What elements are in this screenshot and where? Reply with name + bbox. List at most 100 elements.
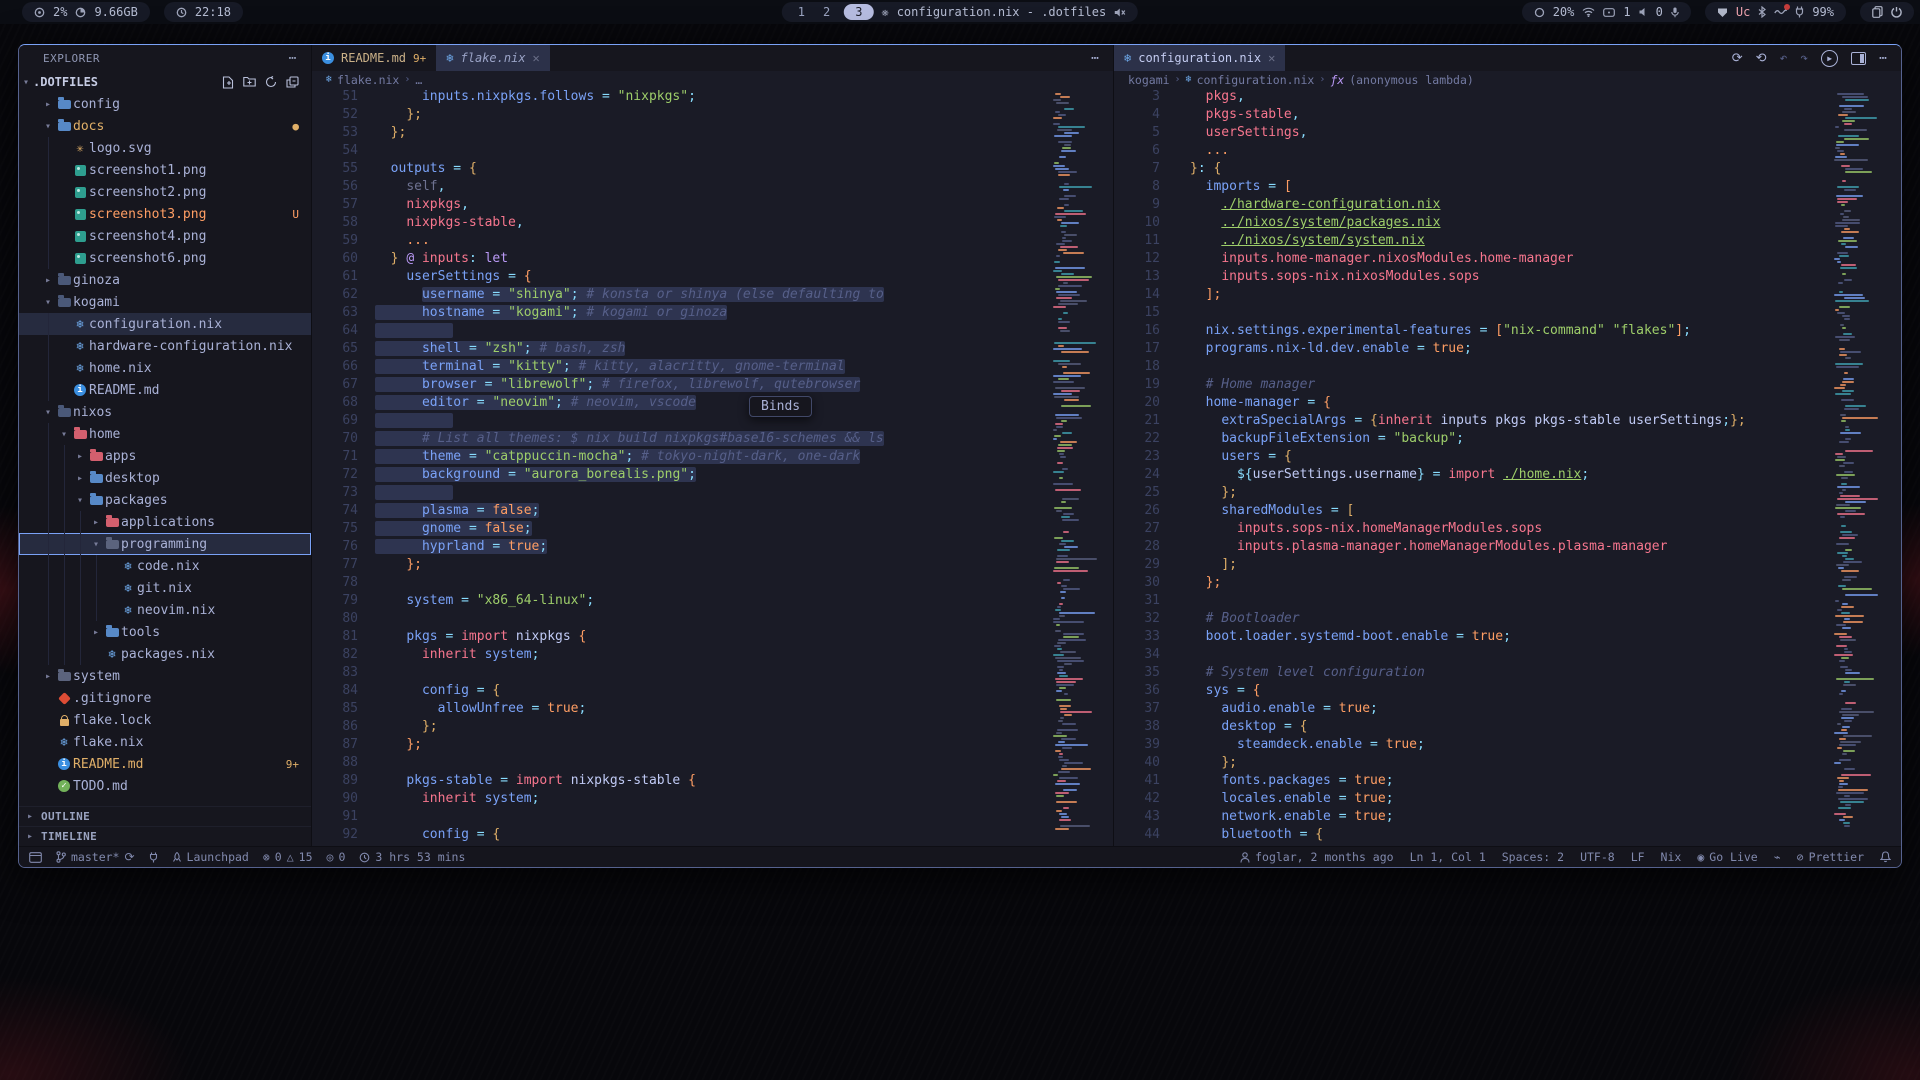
tree-item-screenshot3-png[interactable]: screenshot3.pngU: [19, 203, 311, 225]
cursor-position-item[interactable]: Ln 1, Col 1: [1410, 850, 1486, 864]
tree-item-nixos[interactable]: ▾nixos: [19, 401, 311, 423]
code-line-79[interactable]: 79 system = "x86_64-linux";: [312, 592, 1047, 610]
minimap-right[interactable]: [1828, 88, 1901, 846]
breadcrumb-left[interactable]: ❄ flake.nix › …: [312, 71, 1113, 88]
code-line-68[interactable]: 68 editor = "neovim"; # neovim, vscode: [312, 394, 1047, 412]
vpn-shield-icon[interactable]: [1717, 7, 1728, 18]
code-line-74[interactable]: 74 plasma = false;: [312, 502, 1047, 520]
code-line-4[interactable]: 4 pkgs-stable,: [1114, 106, 1828, 124]
compare-icon[interactable]: ⟲: [1756, 51, 1767, 66]
launchpad-item[interactable]: Launchpad: [172, 850, 249, 864]
tree-item-configuration-nix[interactable]: ❄configuration.nix: [19, 313, 311, 335]
code-line-7[interactable]: 7}: {: [1114, 160, 1828, 178]
editor-more-actions-icon[interactable]: ⋯: [1091, 51, 1099, 66]
split-editor-icon[interactable]: [1851, 52, 1866, 65]
workspace-switcher[interactable]: 1 2 3: [794, 4, 874, 20]
tree-item-apps[interactable]: ▸apps: [19, 445, 311, 467]
tree-item-home-nix[interactable]: ❄home.nix: [19, 357, 311, 379]
power-icon[interactable]: [1891, 6, 1902, 18]
tree-item-screenshot2-png[interactable]: screenshot2.png: [19, 181, 311, 203]
microphone-icon[interactable]: [1671, 7, 1679, 18]
outline-section[interactable]: ▸OUTLINE: [19, 806, 311, 826]
code-line-15[interactable]: 15: [1114, 304, 1828, 322]
code-line-84[interactable]: 84 config = {: [312, 682, 1047, 700]
tree-item-code-nix[interactable]: ❄code.nix: [19, 555, 311, 577]
code-line-76[interactable]: 76 hyprland = true;: [312, 538, 1047, 556]
code-line-43[interactable]: 43 network.enable = true;: [1114, 808, 1828, 826]
code-line-78[interactable]: 78: [312, 574, 1047, 592]
code-line-23[interactable]: 23 users = {: [1114, 448, 1828, 466]
tree-item-neovim-nix[interactable]: ❄neovim.nix: [19, 599, 311, 621]
recording-indicator-icon[interactable]: [1774, 8, 1787, 16]
tree-item-readme-md[interactable]: iREADME.md9+: [19, 753, 311, 775]
code-line-13[interactable]: 13 inputs.sops-nix.nixosModules.sops: [1114, 268, 1828, 286]
code-line-69[interactable]: 69: [312, 412, 1047, 430]
tab-readme[interactable]: i README.md 9+: [312, 45, 436, 71]
code-line-19[interactable]: 19 # Home manager: [1114, 376, 1828, 394]
code-line-70[interactable]: 70 # List all themes: $ nix build nixpkg…: [312, 430, 1047, 448]
code-line-65[interactable]: 65 shell = "zsh"; # bash, zsh: [312, 340, 1047, 358]
collapse-folders-icon[interactable]: [286, 76, 299, 89]
code-line-77[interactable]: 77 };: [312, 556, 1047, 574]
code-line-29[interactable]: 29 ];: [1114, 556, 1828, 574]
notifications-bell-icon[interactable]: [1880, 851, 1891, 863]
code-line-85[interactable]: 85 allowUnfree = true;: [312, 700, 1047, 718]
tree-item-readme-md[interactable]: iREADME.md: [19, 379, 311, 401]
code-line-24[interactable]: 24 ${userSettings.username} = import ./h…: [1114, 466, 1828, 484]
tree-item-git-nix[interactable]: ❄git.nix: [19, 577, 311, 599]
code-line-88[interactable]: 88: [312, 754, 1047, 772]
code-line-8[interactable]: 8 imports = [: [1114, 178, 1828, 196]
tree-item-packages-nix[interactable]: ❄packages.nix: [19, 643, 311, 665]
tree-item-hardware-configuration-nix[interactable]: ❄hardware-configuration.nix: [19, 335, 311, 357]
code-line-66[interactable]: 66 terminal = "kitty"; # kitty, alacritt…: [312, 358, 1047, 376]
tree-item-docs[interactable]: ▾docs●: [19, 115, 311, 137]
bluetooth-icon[interactable]: [1758, 6, 1766, 18]
code-line-33[interactable]: 33 boot.loader.systemd-boot.enable = tru…: [1114, 628, 1828, 646]
ports-item[interactable]: ◎0: [327, 850, 346, 864]
eol-item[interactable]: LF: [1631, 850, 1645, 864]
new-file-icon[interactable]: [222, 76, 234, 89]
tree-item-home[interactable]: ▾home: [19, 423, 311, 445]
code-line-28[interactable]: 28 inputs.plasma-manager.homeManagerModu…: [1114, 538, 1828, 556]
breadcrumb-folder[interactable]: kogami: [1128, 73, 1170, 87]
workspace-1[interactable]: 1: [794, 5, 809, 19]
code-line-41[interactable]: 41 fonts.packages = true;: [1114, 772, 1828, 790]
code-line-34[interactable]: 34: [1114, 646, 1828, 664]
code-line-30[interactable]: 30 };: [1114, 574, 1828, 592]
tree-item-system[interactable]: ▸system: [19, 665, 311, 687]
code-line-3[interactable]: 3 pkgs,: [1114, 88, 1828, 106]
tree-item-applications[interactable]: ▸applications: [19, 511, 311, 533]
code-line-53[interactable]: 53 };: [312, 124, 1047, 142]
tree-item-flake-lock[interactable]: flake.lock: [19, 709, 311, 731]
breadcrumb-file[interactable]: flake.nix: [337, 73, 399, 87]
tree-item-kogami[interactable]: ▾kogami: [19, 291, 311, 313]
tree-item-screenshot6-png[interactable]: screenshot6.png: [19, 247, 311, 269]
code-line-44[interactable]: 44 bluetooth = {: [1114, 826, 1828, 844]
code-line-57[interactable]: 57 nixpkgs,: [312, 196, 1047, 214]
code-line-27[interactable]: 27 inputs.sops-nix.homeManagerModules.so…: [1114, 520, 1828, 538]
code-line-62[interactable]: 62 username = "shinya"; # konsta or shin…: [312, 286, 1047, 304]
code-line-32[interactable]: 32 # Bootloader: [1114, 610, 1828, 628]
code-line-10[interactable]: 10 ../nixos/system/packages.nix: [1114, 214, 1828, 232]
code-line-36[interactable]: 36 sys = {: [1114, 682, 1828, 700]
keyboard-layout-indicator[interactable]: Uc: [1736, 5, 1750, 19]
code-line-20[interactable]: 20 home-manager = {: [1114, 394, 1828, 412]
workspace-3-active[interactable]: 3: [844, 4, 873, 20]
code-line-86[interactable]: 86 };: [312, 718, 1047, 736]
tree-item-screenshot4-png[interactable]: screenshot4.png: [19, 225, 311, 247]
code-editor-configuration[interactable]: 3 pkgs,4 pkgs-stable,5 userSettings,6 ..…: [1114, 88, 1828, 846]
code-line-37[interactable]: 37 audio.enable = true;: [1114, 700, 1828, 718]
tree-item--gitignore[interactable]: .gitignore: [19, 687, 311, 709]
code-line-92[interactable]: 92 config = {: [312, 826, 1047, 844]
port-icon[interactable]: ⌁: [1774, 850, 1781, 864]
breadcrumb-right[interactable]: kogami › ❄ configuration.nix › ƒx (anony…: [1114, 71, 1901, 88]
indentation-item[interactable]: Spaces: 2: [1502, 850, 1564, 864]
sync-icon[interactable]: ⟳: [124, 850, 134, 864]
code-line-12[interactable]: 12 inputs.home-manager.nixosModules.home…: [1114, 250, 1828, 268]
code-line-89[interactable]: 89 pkgs-stable = import nixpkgs-stable {: [312, 772, 1047, 790]
chevron-down-icon[interactable]: ▾: [19, 77, 33, 88]
tree-item-tools[interactable]: ▸tools: [19, 621, 311, 643]
code-line-5[interactable]: 5 userSettings,: [1114, 124, 1828, 142]
go-live-item[interactable]: ◉Go Live: [1697, 850, 1757, 864]
run-file-icon[interactable]: ▶: [1821, 50, 1838, 67]
